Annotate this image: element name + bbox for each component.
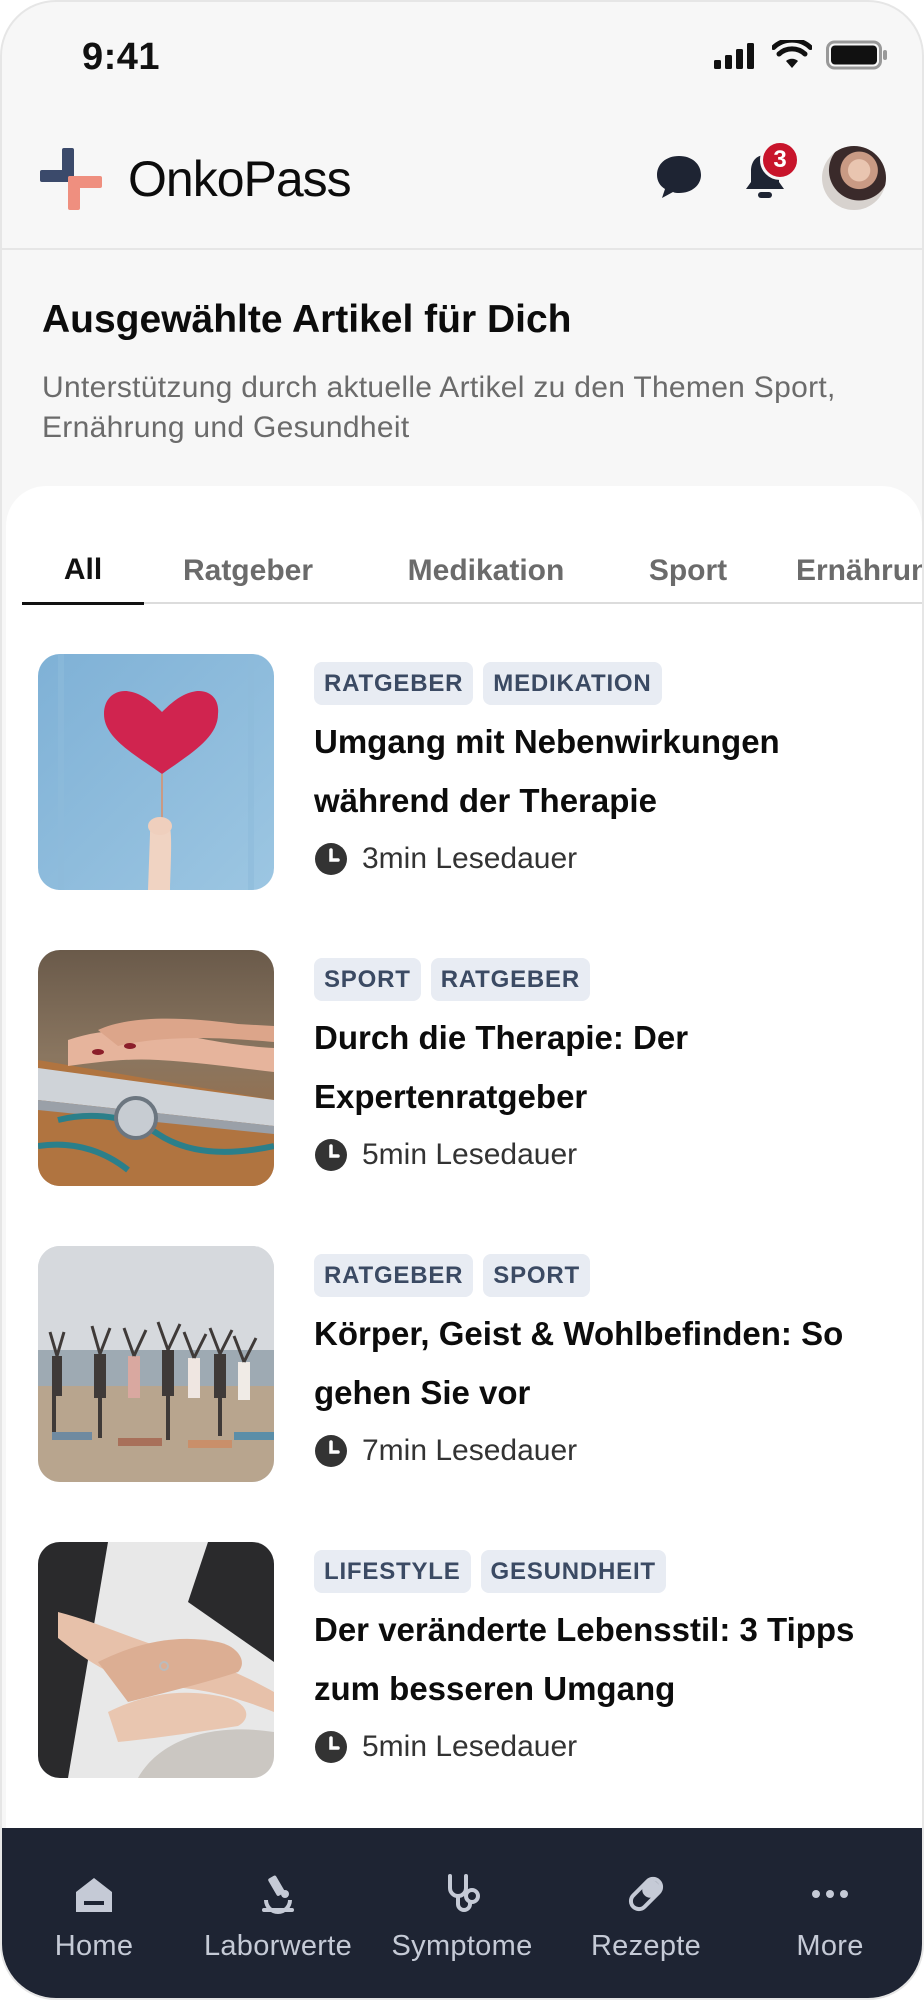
article-item[interactable]: RATGEBER SPORT Körper, Geist & Wohlbefin…	[38, 1246, 918, 1484]
avatar[interactable]	[822, 146, 886, 210]
cellular-signal-icon	[714, 43, 754, 69]
category-tabs: All Ratgeber Medikation Sport Ernährun	[22, 538, 922, 605]
tab-sport[interactable]: Sport	[628, 538, 748, 604]
status-icons	[714, 40, 888, 70]
read-time: 5min Lesedauer	[362, 1730, 578, 1763]
pill-icon	[628, 1876, 664, 1912]
article-thumbnail	[38, 1542, 274, 1778]
nav-label: Symptome	[391, 1930, 533, 1962]
tag-badge: LIFESTYLE	[314, 1550, 471, 1593]
bottom-navigation: Home Laborwerte Symptome Rezepte More	[2, 1828, 922, 1998]
onkopass-logo	[40, 148, 102, 210]
article-item[interactable]: SPORT RATGEBER Durch die Therapie: Der E…	[38, 950, 918, 1188]
battery-icon	[826, 40, 887, 70]
article-title: Umgang mit Nebenwirkungen während der Th…	[314, 723, 780, 819]
clock-icon	[315, 843, 347, 875]
home-icon	[76, 1878, 112, 1912]
chat-bubble-icon	[657, 156, 701, 198]
page-subtitle: Unterstützung durch aktuelle Artikel zu …	[42, 371, 836, 444]
tag-badge: SPORT	[483, 1254, 590, 1297]
stethoscope-icon	[448, 1874, 480, 1912]
phone-screen: 9:41 OnkoPass 3 Ausgewählte Artikel für …	[0, 0, 924, 2000]
article-thumbnail	[38, 1246, 274, 1482]
article-meta: 5min Lesedauer	[314, 1730, 577, 1764]
brand-name: OnkoPass	[128, 151, 352, 207]
read-time: 5min Lesedauer	[362, 1138, 578, 1171]
tag-badge: SPORT	[314, 958, 421, 1001]
article-meta: 5min Lesedauer	[314, 1138, 577, 1172]
tag-badge: RATGEBER	[430, 958, 590, 1001]
microscope-icon	[262, 1875, 294, 1914]
nav-symptome[interactable]: Symptome	[372, 1872, 552, 1963]
notifications-button[interactable]: 3	[736, 140, 800, 206]
articles-card: All Ratgeber Medikation Sport Ernährun R…	[6, 486, 922, 1828]
nav-label: More	[796, 1930, 864, 1962]
tag-badge: MEDIKATION	[483, 662, 662, 705]
article-title: Der veränderte Lebensstil: 3 Tipps zum b…	[314, 1611, 855, 1707]
clock-icon	[315, 1435, 347, 1467]
header-divider	[2, 248, 922, 250]
article-tags: RATGEBER SPORT	[314, 1254, 590, 1297]
status-time: 9:41	[82, 36, 161, 78]
laptop-stethoscope-image	[38, 950, 274, 1186]
tab-ratgeber[interactable]: Ratgeber	[166, 538, 330, 604]
article-tags: SPORT RATGEBER	[314, 958, 590, 1001]
heart-balloon-image	[38, 654, 274, 890]
tag-badge: RATGEBER	[314, 1254, 474, 1297]
article-item[interactable]: RATGEBER MEDIKATION Umgang mit Nebenwirk…	[38, 654, 918, 892]
article-item[interactable]: LIFESTYLE GESUNDHEIT Der veränderte Lebe…	[38, 1542, 918, 1780]
holding-hands-image	[38, 1542, 274, 1778]
article-tags: LIFESTYLE GESUNDHEIT	[314, 1550, 666, 1593]
notification-badge: 3	[760, 140, 800, 180]
wifi-icon	[772, 40, 812, 68]
article-title: Durch die Therapie: Der Expertenratgeber	[314, 1019, 689, 1115]
article-title: Körper, Geist & Wohlbefinden: So gehen S…	[314, 1315, 844, 1411]
article-meta: 3min Lesedauer	[314, 842, 577, 876]
tab-all[interactable]: All	[22, 538, 144, 605]
article-thumbnail	[38, 950, 274, 1186]
article-tags: RATGEBER MEDIKATION	[314, 662, 662, 705]
chat-button[interactable]	[650, 148, 708, 206]
nav-label: Rezepte	[590, 1930, 702, 1962]
nav-home[interactable]: Home	[4, 1872, 184, 1963]
read-time: 3min Lesedauer	[362, 842, 578, 875]
nav-label: Laborwerte	[203, 1930, 353, 1962]
clock-icon	[315, 1731, 347, 1763]
tab-medikation[interactable]: Medikation	[388, 538, 584, 604]
page-title: Ausgewählte Artikel für Dich	[42, 298, 572, 341]
nav-more[interactable]: More	[740, 1872, 920, 1963]
beach-yoga-image	[38, 1246, 274, 1482]
read-time: 7min Lesedauer	[362, 1434, 578, 1467]
tag-badge: RATGEBER	[314, 662, 474, 705]
nav-laborwerte[interactable]: Laborwerte	[188, 1872, 368, 1963]
clock-icon	[315, 1139, 347, 1171]
tab-ernaehrung[interactable]: Ernährun	[796, 538, 922, 604]
article-meta: 7min Lesedauer	[314, 1434, 577, 1468]
nav-label: Home	[54, 1930, 134, 1962]
article-thumbnail	[38, 654, 274, 890]
tag-badge: GESUNDHEIT	[480, 1550, 666, 1593]
nav-rezepte[interactable]: Rezepte	[556, 1872, 736, 1963]
more-icon	[812, 1890, 848, 1898]
